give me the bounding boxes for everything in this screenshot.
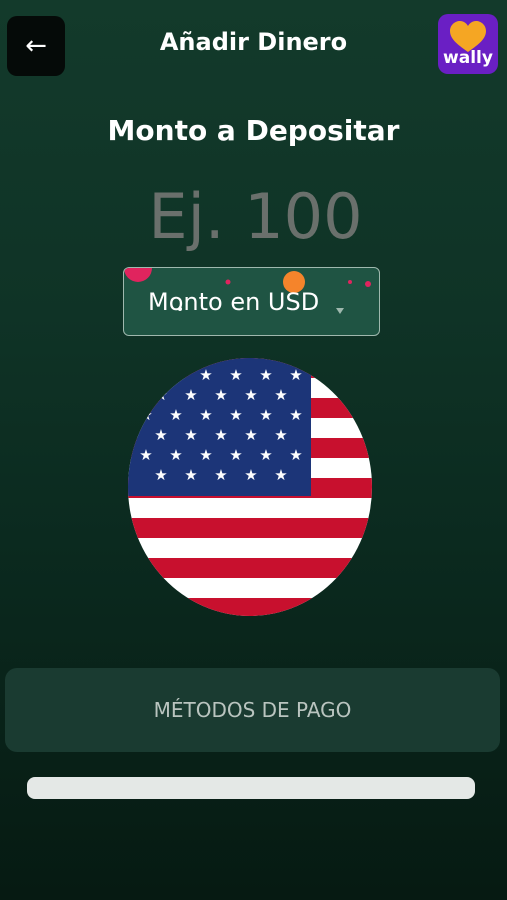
svg-text:★: ★ xyxy=(154,466,167,484)
currency-select[interactable]: Monto en USD xyxy=(123,267,380,336)
svg-text:★: ★ xyxy=(139,446,152,464)
us-flag-icon: ★ ★ ★ ★ ★ ★ ★ ★ ★ ★ ★ ★ ★ ★ ★ ★ ★ ★ ★ ★ ★ ★ ★ ★ ★ ★ ★ ★ ★ ★ ★ ★ ★ xyxy=(128,358,372,616)
payment-methods-label: MÉTODOS DE PAGO xyxy=(153,698,352,722)
currency-label: Monto en USD xyxy=(148,288,320,316)
svg-text:★: ★ xyxy=(169,446,182,464)
payment-methods-button[interactable]: MÉTODOS DE PAGO xyxy=(5,668,500,752)
svg-text:★: ★ xyxy=(169,406,182,424)
svg-text:★: ★ xyxy=(274,386,287,404)
svg-text:★: ★ xyxy=(154,386,167,404)
svg-text:★: ★ xyxy=(289,406,302,424)
svg-text:★: ★ xyxy=(184,466,197,484)
svg-text:★: ★ xyxy=(214,386,227,404)
svg-text:★: ★ xyxy=(289,366,302,384)
svg-text:★: ★ xyxy=(199,406,212,424)
svg-text:★: ★ xyxy=(274,426,287,444)
svg-text:★: ★ xyxy=(259,406,272,424)
svg-text:★: ★ xyxy=(244,426,257,444)
svg-text:★: ★ xyxy=(199,446,212,464)
add-money-screen: ← Añadir Dinero wally Monto a Depositar … xyxy=(0,0,507,900)
svg-text:★: ★ xyxy=(169,366,182,384)
svg-text:★: ★ xyxy=(289,446,302,464)
amount-input[interactable] xyxy=(0,170,507,262)
svg-text:★: ★ xyxy=(199,366,212,384)
svg-text:★: ★ xyxy=(139,406,152,424)
dropdown-caret-icon xyxy=(336,308,344,314)
svg-text:★: ★ xyxy=(229,406,242,424)
progress-bar xyxy=(27,777,475,799)
svg-text:★: ★ xyxy=(214,426,227,444)
svg-text:★: ★ xyxy=(214,466,227,484)
svg-text:★: ★ xyxy=(259,446,272,464)
svg-text:★: ★ xyxy=(229,446,242,464)
wally-logo: wally xyxy=(438,14,498,74)
svg-text:★: ★ xyxy=(274,466,287,484)
svg-text:★: ★ xyxy=(259,366,272,384)
svg-text:★: ★ xyxy=(139,366,152,384)
page-title: Añadir Dinero xyxy=(159,28,348,56)
svg-text:★: ★ xyxy=(154,426,167,444)
svg-text:★: ★ xyxy=(244,466,257,484)
logo-text: wally xyxy=(443,48,493,68)
svg-text:★: ★ xyxy=(184,386,197,404)
svg-text:★: ★ xyxy=(244,386,257,404)
svg-text:★: ★ xyxy=(184,426,197,444)
svg-text:★: ★ xyxy=(229,366,242,384)
deposit-title: Monto a Depositar xyxy=(107,114,400,147)
